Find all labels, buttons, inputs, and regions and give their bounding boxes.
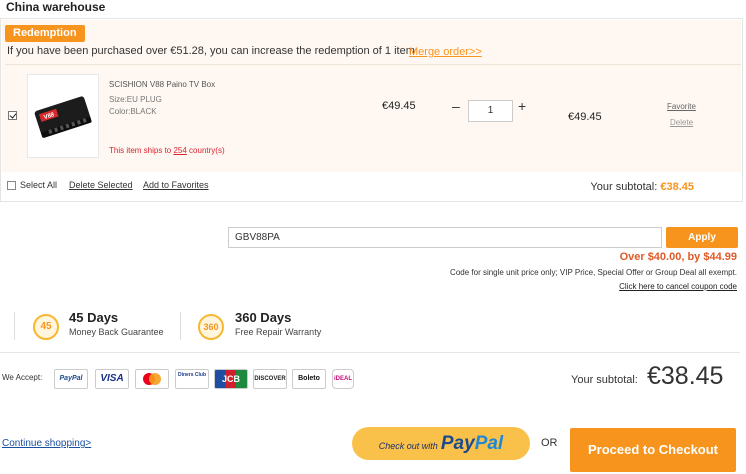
qty-decrease-button[interactable]: –: [452, 99, 460, 113]
product-thumbnail[interactable]: V88: [27, 74, 99, 158]
coupon-note: Code for single unit price only; VIP Pri…: [450, 268, 737, 277]
cancel-coupon-link[interactable]: Click here to cancel coupon code: [619, 282, 737, 291]
mastercard-logo-icon: [143, 373, 161, 385]
merge-order-link[interactable]: Merge order>>: [409, 46, 482, 58]
redemption-tag: Redemption: [5, 25, 85, 42]
money-back-subtitle: Money Back Guarantee: [69, 327, 164, 337]
redemption-area: Redemption If you have been purchased ov…: [2, 20, 741, 172]
cart-subtotal-value: €38.45: [660, 181, 694, 193]
ship-note-suffix: country(s): [186, 146, 225, 155]
cart-subtotal: Your subtotal: €38.45: [590, 181, 694, 193]
tv-box-image: V88: [34, 96, 92, 138]
coupon-result: Over $40.00, by $44.99: [619, 251, 737, 263]
delete-selected-link[interactable]: Delete Selected: [69, 180, 133, 190]
apply-coupon-button[interactable]: Apply: [666, 227, 738, 248]
warehouse-title: China warehouse: [6, 0, 106, 14]
guarantee-divider: [180, 312, 181, 340]
ship-note: This item ships to 254 country(s): [109, 146, 225, 155]
diners-club-payment-icon: Diners Club: [175, 369, 209, 389]
final-subtotal-label: Your subtotal:: [571, 374, 638, 386]
paypal-logo-pay: Pay: [440, 433, 475, 454]
paypal-pre-text: Check out with: [378, 441, 438, 451]
product-size: Size:EU PLUG: [109, 95, 162, 104]
continue-shopping-link[interactable]: Continue shopping>: [2, 438, 91, 449]
final-subtotal-value: €38.45: [647, 362, 724, 390]
we-accept-label: We Accept:: [2, 373, 43, 382]
jcb-payment-icon: JCB: [214, 369, 248, 389]
coupon-input[interactable]: GBV88PA: [228, 227, 662, 248]
line-price: €49.45: [568, 111, 602, 123]
item-checkbox[interactable]: [8, 111, 17, 120]
money-back-title: 45 Days: [69, 310, 119, 325]
repair-warranty-subtitle: Free Repair Warranty: [235, 327, 322, 337]
favorite-link[interactable]: Favorite: [667, 102, 696, 111]
guarantee-divider: [14, 312, 15, 340]
product-name[interactable]: SCISHION V88 Paino TV Box: [109, 80, 215, 89]
proceed-to-checkout-button[interactable]: Proceed to Checkout: [570, 428, 736, 472]
section-divider: [0, 352, 740, 353]
delete-link[interactable]: Delete: [670, 118, 693, 127]
cart-subtotal-label: Your subtotal:: [590, 181, 658, 193]
product-color: Color:BLACK: [109, 107, 157, 116]
paypal-payment-icon: PayPal: [54, 369, 88, 389]
unit-price: €49.45: [382, 100, 416, 112]
paypal-logo-pal: Pal: [474, 433, 504, 454]
paypal-logo-icon: PayPal: [441, 433, 503, 454]
ship-country-count[interactable]: 254: [173, 146, 186, 155]
repair-warranty-title: 360 Days: [235, 310, 292, 325]
visa-payment-icon: VISA: [95, 369, 129, 389]
discover-payment-icon: DISCOVER: [253, 369, 287, 389]
money-back-badge-icon: 45: [33, 314, 59, 340]
ideal-payment-icon: iDEAL: [332, 369, 354, 389]
item-divider: [5, 64, 741, 65]
mastercard-payment-icon: [135, 369, 169, 389]
or-separator: OR: [541, 437, 558, 449]
quantity-input[interactable]: 1: [468, 100, 513, 122]
repair-warranty-badge-icon: 360: [198, 314, 224, 340]
boleto-payment-icon: Boleto: [292, 369, 326, 389]
select-all-checkbox[interactable]: [7, 181, 16, 190]
select-all-label[interactable]: Select All: [20, 180, 57, 190]
cart-box: Redemption If you have been purchased ov…: [0, 18, 743, 202]
qty-increase-button[interactable]: +: [518, 99, 526, 113]
add-to-favorites-link[interactable]: Add to Favorites: [143, 180, 209, 190]
ship-note-prefix: This item ships to: [109, 146, 174, 155]
redemption-message: If you have been purchased over €51.28, …: [7, 45, 415, 57]
paypal-checkout-button[interactable]: Check out with PayPal: [352, 427, 530, 460]
